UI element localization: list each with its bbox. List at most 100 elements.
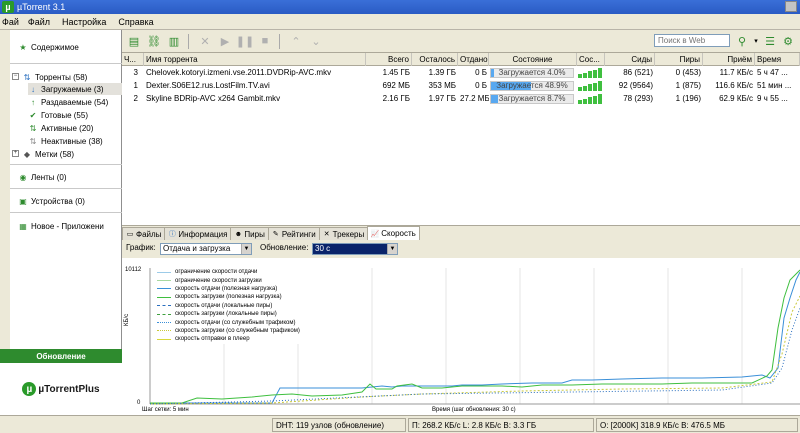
- col-seeds[interactable]: Сиды: [605, 53, 655, 66]
- legend-item: ограничение скорости загрузки: [157, 276, 322, 284]
- col-eta[interactable]: Время: [755, 53, 800, 66]
- add-torrent-icon[interactable]: ▤: [126, 33, 142, 49]
- health-bar: [588, 71, 592, 78]
- col-remaining[interactable]: Осталось: [412, 53, 458, 66]
- toolbar-divider: [279, 33, 280, 49]
- progress-bar: Загружается 4.0%: [490, 68, 574, 78]
- cell-uploaded: 0 Б: [475, 68, 487, 77]
- col-total[interactable]: Всего: [366, 53, 412, 66]
- status-dht[interactable]: DHT: 119 узлов (обновление): [272, 418, 406, 432]
- y-axis-unit-label: КБ/с: [124, 313, 130, 326]
- health-bar: [593, 69, 597, 78]
- tab-info[interactable]: ⓘ Информация: [164, 227, 232, 240]
- sidebar-item-new-app[interactable]: ▦ Новое - Приложени: [18, 220, 104, 232]
- sidebar-divider: [10, 164, 122, 165]
- health-bar: [598, 94, 602, 104]
- tab-ratings[interactable]: ✎ Рейтинги: [267, 227, 320, 240]
- legend-swatch: [157, 322, 171, 324]
- sidebar-item-inactive[interactable]: ⇅ Неактивные (38): [28, 135, 103, 147]
- expander-torrents[interactable]: −: [12, 73, 19, 80]
- utorrent-logo-icon: µ: [2, 1, 14, 13]
- col-name[interactable]: Имя торрента: [144, 53, 366, 66]
- col-status[interactable]: Состояние: [489, 53, 577, 66]
- cell-remaining: 1.97 ГБ: [428, 94, 456, 103]
- health-bars: [578, 68, 604, 78]
- menu-item-file[interactable]: Файл: [22, 17, 56, 27]
- col-download-speed[interactable]: Приём: [703, 53, 755, 66]
- legend-item: скорость загрузки (со служебным трафиком…: [157, 327, 322, 335]
- health-bar: [593, 95, 597, 104]
- legend-item: ограничение скорости отдачи: [157, 268, 322, 276]
- status-upload[interactable]: О: [2000K] 318.9 КБ/с В: 476.5 МБ: [596, 418, 798, 432]
- health-bar: [588, 97, 592, 104]
- col-uploaded[interactable]: Отдано: [458, 53, 489, 66]
- remove-icon[interactable]: ✕: [197, 33, 213, 49]
- torrent-list: Ч... Имя торрента Всего Осталось Отдано …: [122, 52, 800, 225]
- speed-graph-panel: График: Отдача и загрузка ▼ Обновление: …: [122, 240, 800, 415]
- cell-remaining: 1.39 ГБ: [428, 68, 456, 77]
- sidebar-item-active[interactable]: ⇅ Активные (20): [28, 122, 94, 134]
- legend-label: скорость отдачи (полезная нагрузка): [175, 285, 278, 292]
- graph-controls: График: Отдача и загрузка ▼ Обновление: …: [122, 240, 800, 258]
- pause-icon[interactable]: ❚❚: [236, 33, 254, 49]
- status-download[interactable]: П: 268.2 КБ/с L: 2.8 КБ/с В: 3.3 ГБ: [408, 418, 594, 432]
- sidebar-item-completed[interactable]: ✔ Готовые (55): [28, 109, 88, 121]
- search-input[interactable]: [654, 34, 730, 47]
- graph-type-select[interactable]: Отдача и загрузка ▼: [160, 243, 252, 255]
- start-icon[interactable]: ▶: [217, 33, 233, 49]
- sidebar-item-labels[interactable]: ◆ Метки (58): [22, 148, 74, 160]
- legend-swatch: [157, 305, 171, 307]
- update-interval-select[interactable]: 30 с ▼: [312, 243, 398, 255]
- legend-label: скорость отправки в плеер: [175, 336, 250, 343]
- active-icon: ⇅: [29, 123, 37, 133]
- add-url-icon[interactable]: ⛓: [146, 33, 162, 49]
- sidebar-divider: [10, 212, 122, 213]
- sidebar-item-feeds[interactable]: ◉ Ленты (0): [18, 171, 67, 183]
- tab-speed[interactable]: 📈 Скорость: [367, 226, 420, 240]
- torrent-row[interactable]: 1 Dexter.S06E12.rus.LostFilm.TV.avi 692 …: [122, 79, 800, 92]
- torrent-row[interactable]: 2 Skyline BDRip-AVC x264 Gambit.mkv 2.16…: [122, 92, 800, 105]
- tab-trackers[interactable]: ✕ Трекеры: [318, 227, 369, 240]
- legend-swatch: [157, 271, 171, 273]
- cell-name: Dexter.S06E12.rus.LostFilm.TV.avi: [146, 81, 270, 90]
- window-title: µTorrent 3.1: [17, 2, 66, 12]
- legend-item: скорость отдачи (полезная нагрузка): [157, 285, 322, 293]
- sidebar-item-content[interactable]: ★ Содержимое: [18, 41, 78, 53]
- create-torrent-icon[interactable]: ▥: [166, 33, 182, 49]
- speed-graph-icon: 📈: [370, 230, 380, 238]
- legend-label: скорость отдачи (со служебным трафиком): [175, 319, 296, 326]
- tab-peers[interactable]: ☻ Пиры: [230, 227, 269, 240]
- utorrent-plus-logo-icon: µ: [22, 382, 37, 396]
- menu-item-help[interactable]: Справка: [112, 17, 159, 27]
- list-view-icon[interactable]: ☰: [762, 33, 778, 49]
- legend-swatch: [157, 280, 171, 282]
- utorrent-plus-banner[interactable]: µ µTorrentPlus: [0, 363, 122, 415]
- menu-item-cut[interactable]: Фай: [0, 17, 22, 27]
- sidebar-item-devices[interactable]: ▣ Устройства (0): [18, 195, 85, 207]
- stop-icon[interactable]: ■: [257, 33, 273, 49]
- menu-item-settings[interactable]: Настройка: [56, 17, 112, 27]
- col-peers[interactable]: Пиры: [655, 53, 703, 66]
- cell-total: 2.16 ГБ: [382, 94, 410, 103]
- col-health[interactable]: Сос...: [577, 53, 605, 66]
- col-queue[interactable]: Ч...: [122, 53, 144, 66]
- sidebar-item-seeding[interactable]: ↑ Раздаваемые (54): [28, 96, 108, 108]
- health-bars: [578, 94, 604, 104]
- tab-files[interactable]: ▭ Файлы: [122, 227, 166, 240]
- chevron-down-icon: ▼: [387, 244, 397, 254]
- sidebar-item-torrents[interactable]: ⇅ Торренты (58): [22, 71, 88, 83]
- move-up-icon[interactable]: ⌃: [288, 33, 304, 49]
- settings-icon[interactable]: ⚙: [780, 33, 796, 49]
- expander-labels[interactable]: +: [12, 150, 19, 157]
- move-down-icon[interactable]: ⌄: [308, 33, 324, 49]
- health-bar: [578, 87, 582, 91]
- update-button[interactable]: Обновление: [0, 349, 122, 363]
- window-control-button[interactable]: [785, 1, 797, 12]
- peers-icon: ☻: [234, 230, 243, 238]
- toolbar: ▤ ⛓ ▥ ✕ ▶ ❚❚ ■ ⌃ ⌄ ⚲ ▾ ☰ ⚙: [122, 30, 800, 52]
- sidebar-item-downloading[interactable]: ↓ Загружаемые (3): [28, 83, 122, 95]
- cell-peers: 0 (453): [675, 68, 701, 77]
- torrent-row[interactable]: 3 Chelovek.kotoryi.izmeni.vse.2011.DVDRi…: [122, 66, 800, 79]
- health-bar: [578, 74, 582, 78]
- info-icon: ⓘ: [168, 231, 176, 238]
